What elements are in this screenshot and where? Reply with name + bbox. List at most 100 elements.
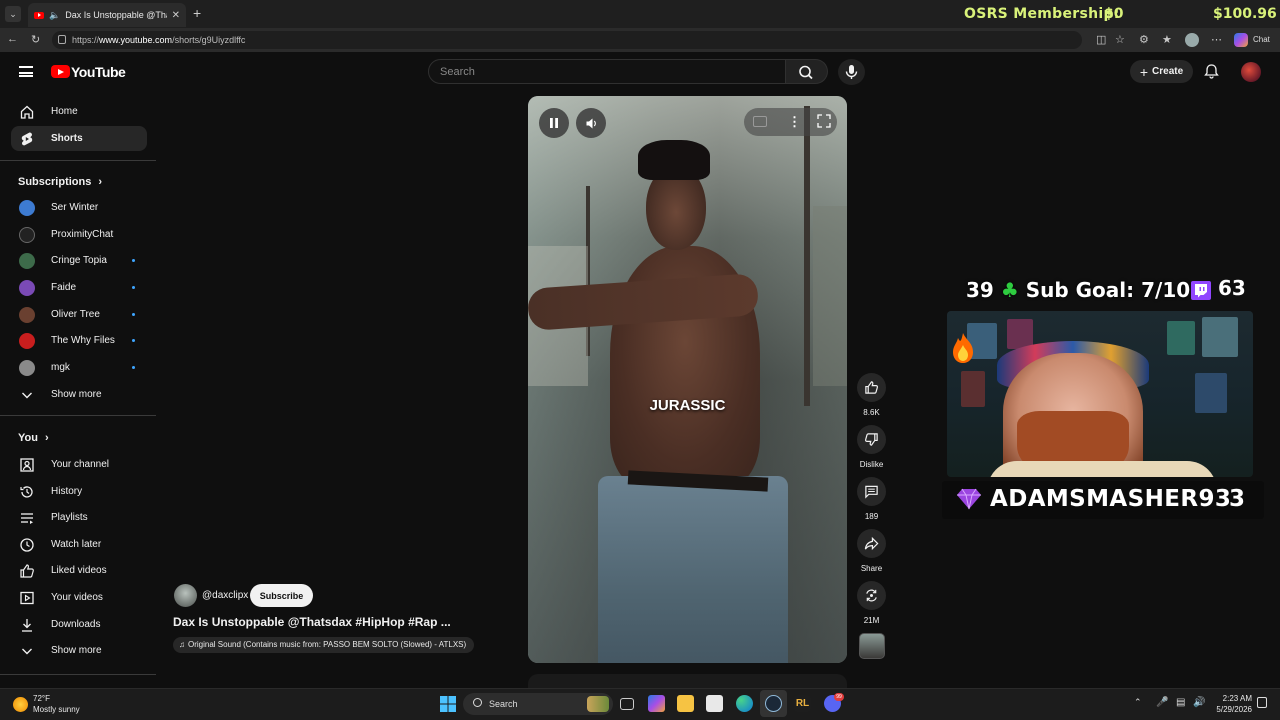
- windows-start-icon[interactable]: [440, 696, 456, 712]
- sidebar-item-subscription[interactable]: mgk: [11, 355, 147, 380]
- split-screen-icon[interactable]: ◫: [1096, 33, 1106, 46]
- channel-name[interactable]: @daxclipx: [202, 590, 248, 601]
- volume-tray-icon[interactable]: 🔊: [1193, 697, 1205, 708]
- extensions-icon[interactable]: ⚙: [1139, 33, 1149, 46]
- file-explorer-icon[interactable]: [677, 695, 694, 712]
- sidebar-item-home[interactable]: Home: [11, 99, 147, 124]
- browser-tab-active[interactable]: 🔈 Dax Is Unstoppable @Thatsdax ✕: [28, 3, 186, 27]
- short-video-player[interactable]: ⋮ JURASSIC: [528, 96, 847, 663]
- sound-link[interactable]: ♫ Original Sound (Contains music from: PA…: [173, 637, 475, 653]
- microphone-tray-icon[interactable]: 🎤: [1156, 697, 1168, 708]
- music-note-icon: ♫: [179, 640, 185, 649]
- edge-icon[interactable]: [736, 695, 753, 712]
- favorites-icon[interactable]: ★: [1162, 33, 1172, 46]
- captions-icon[interactable]: [753, 116, 767, 127]
- sidebar-item-liked-videos[interactable]: Liked videos: [11, 558, 147, 583]
- profile-avatar-browser[interactable]: [1185, 33, 1199, 47]
- dislike-action[interactable]: Dislike: [857, 425, 886, 469]
- sidebar-divider: [0, 415, 156, 416]
- taskbar-clock[interactable]: 2:23 AM 5/29/2026: [1212, 693, 1252, 715]
- sound-thumbnail[interactable]: [859, 633, 885, 659]
- playlists-icon: [19, 510, 35, 526]
- tab-list-button[interactable]: ⌄: [5, 6, 21, 22]
- show-more-you[interactable]: Show more: [11, 638, 147, 663]
- comments-button[interactable]: [857, 477, 886, 506]
- taskbar-search[interactable]: Search: [463, 693, 613, 715]
- wall-poster: [961, 371, 985, 407]
- copilot-icon[interactable]: [1234, 33, 1248, 47]
- youtube-logo-text[interactable]: YouTube: [71, 64, 126, 80]
- sidebar-item-subscription[interactable]: ProximityChat: [11, 222, 147, 247]
- pause-button[interactable]: [539, 108, 569, 138]
- sidebar-item-downloads[interactable]: Downloads: [11, 612, 147, 637]
- sidebar-item-subscription[interactable]: Faide: [11, 275, 147, 300]
- volume-button[interactable]: [576, 108, 606, 138]
- fullscreen-icon[interactable]: [817, 114, 831, 133]
- sidebar-item-subscription[interactable]: The Why Files: [11, 328, 147, 353]
- sidebar-item-subscription[interactable]: Oliver Tree: [11, 302, 147, 327]
- notifications-bell-icon[interactable]: [1203, 63, 1220, 85]
- sidebar-item-watch-later[interactable]: Watch later: [11, 532, 147, 557]
- you-heading[interactable]: You ›: [18, 432, 49, 444]
- store-icon[interactable]: [706, 695, 723, 712]
- close-tab-icon[interactable]: ✕: [172, 10, 180, 21]
- weather-temp: 72°F: [33, 694, 50, 703]
- sidebar-item-label: Downloads: [51, 619, 101, 630]
- weather-widget[interactable]: 72°F Mostly sunny: [33, 693, 80, 715]
- task-view-icon[interactable]: [620, 698, 634, 710]
- notification-center-icon[interactable]: [1257, 697, 1267, 708]
- create-button[interactable]: + Create: [1130, 60, 1193, 83]
- comments-action[interactable]: 189: [857, 477, 886, 521]
- sidebar-item-playlists[interactable]: Playlists: [11, 505, 147, 530]
- chat-button[interactable]: Chat: [1253, 35, 1270, 44]
- remix-action[interactable]: 21M: [857, 581, 886, 625]
- subscribe-button[interactable]: Subscribe: [250, 584, 313, 607]
- back-icon[interactable]: ←: [7, 33, 18, 45]
- network-icon[interactable]: ▤: [1176, 697, 1185, 708]
- webcam-streamer-shirt: [987, 461, 1217, 477]
- rl-app-icon[interactable]: RL: [794, 695, 811, 712]
- show-more-subscriptions[interactable]: Show more: [11, 382, 147, 407]
- thumb-down-icon: [865, 433, 878, 446]
- url-field[interactable]: https://www.youtube.com/shorts/g9Uiyzdlf…: [52, 31, 1082, 49]
- subscriptions-heading[interactable]: Subscriptions ›: [18, 176, 102, 188]
- search-input[interactable]: Search: [428, 59, 786, 84]
- show-hidden-icons[interactable]: ⌃: [1134, 697, 1142, 708]
- like-action[interactable]: 8.6K: [857, 373, 886, 417]
- dislike-button[interactable]: [857, 425, 886, 454]
- gem-icon: [956, 488, 982, 510]
- site-info-icon[interactable]: [58, 35, 66, 44]
- share-label: Share: [860, 564, 883, 573]
- thumb-up-icon: [19, 563, 35, 579]
- left-count: 39: [966, 278, 994, 302]
- voice-search-button[interactable]: [838, 59, 865, 85]
- copilot-taskbar-icon[interactable]: [648, 695, 665, 712]
- share-action[interactable]: Share: [857, 529, 886, 573]
- weather-sun-icon[interactable]: [13, 697, 28, 712]
- refresh-icon[interactable]: ↻: [31, 33, 40, 46]
- new-tab-button[interactable]: +: [193, 5, 201, 21]
- menu-icon[interactable]: [19, 66, 33, 77]
- remix-button[interactable]: [857, 581, 886, 610]
- sidebar-item-subscription[interactable]: Ser Winter: [11, 195, 147, 220]
- more-menu-icon[interactable]: ⋯: [1211, 33, 1222, 46]
- speaker-icon[interactable]: 🔈: [49, 10, 60, 21]
- youtube-logo-icon[interactable]: [51, 65, 70, 78]
- short-title[interactable]: Dax Is Unstoppable @Thatsdax #HipHop #Ra…: [173, 615, 473, 629]
- sidebar-item-shorts[interactable]: Shorts: [11, 126, 147, 151]
- channel-avatar[interactable]: [174, 584, 197, 607]
- search-button[interactable]: [786, 59, 828, 84]
- like-button[interactable]: [857, 373, 886, 402]
- right-count: 63: [1218, 276, 1246, 300]
- sidebar-item-subscription[interactable]: Cringe Topia: [11, 248, 147, 273]
- sidebar-item-your-videos[interactable]: Your videos: [11, 585, 147, 610]
- account-avatar[interactable]: [1241, 62, 1261, 82]
- steam-icon[interactable]: [765, 695, 782, 712]
- share-button[interactable]: [857, 529, 886, 558]
- more-options-icon[interactable]: ⋮: [788, 114, 801, 130]
- favorite-star-icon[interactable]: ☆: [1115, 33, 1125, 46]
- sidebar-item-label: Liked videos: [51, 565, 107, 576]
- pause-icon: [550, 118, 558, 128]
- sidebar-item-history[interactable]: History: [11, 479, 147, 504]
- sidebar-item-your-channel[interactable]: Your channel: [11, 452, 147, 477]
